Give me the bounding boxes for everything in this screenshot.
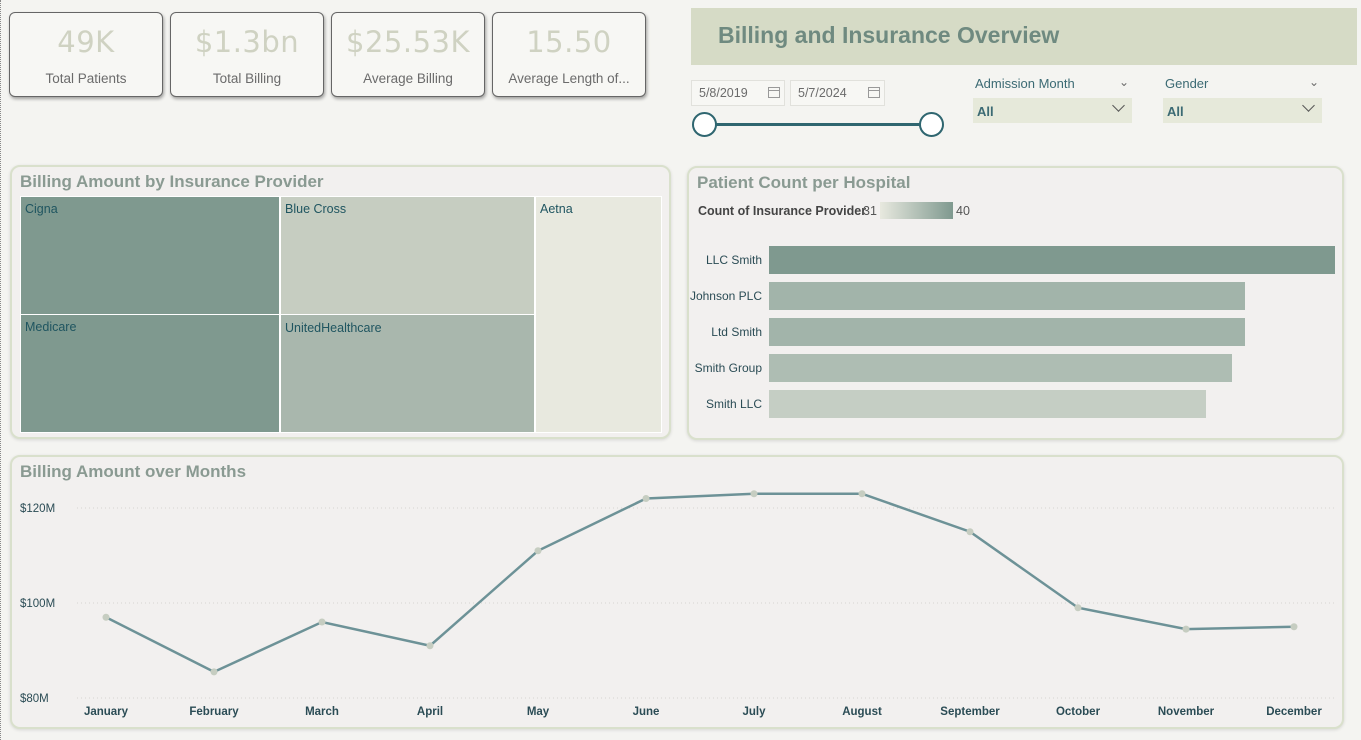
page-edge	[0, 0, 1, 740]
x-tick-label: January	[84, 706, 129, 718]
data-point[interactable]	[1074, 604, 1082, 612]
treemap-title: Billing Amount by Insurance Provider	[20, 172, 324, 191]
treemap-label: Cigna	[25, 202, 58, 216]
data-point[interactable]	[1290, 623, 1298, 631]
x-tick-label: August	[842, 706, 882, 718]
bar[interactable]	[769, 318, 1245, 346]
kpi-card-average-length-of-stay[interactable]: 15.50 Average Length of...	[492, 12, 646, 97]
x-tick-label: February	[189, 706, 239, 718]
date-range-start-handle[interactable]	[692, 112, 717, 137]
bar[interactable]	[769, 354, 1233, 382]
bar-label: Smith Group	[694, 361, 762, 375]
x-tick-label: October	[1056, 706, 1101, 718]
color-legend-min: 31	[863, 204, 877, 218]
data-point[interactable]	[534, 547, 542, 555]
color-legend-title: Count of Insurance Provider	[698, 204, 867, 218]
kpi-label: Average Billing	[363, 71, 453, 86]
dropdown-caret-icon	[1302, 99, 1315, 112]
x-tick-label: November	[1158, 706, 1215, 718]
kpi-value: 15.50	[526, 25, 612, 59]
x-tick-label: June	[633, 706, 660, 718]
kpi-value: 49K	[57, 25, 115, 59]
series-line	[105, 492, 1295, 674]
kpi-card-total-patients[interactable]: 49K Total Patients	[9, 12, 163, 97]
x-tick-label: September	[940, 706, 1000, 718]
start-date-input[interactable]: 5/8/2019	[691, 80, 785, 106]
treemap-label: Medicare	[25, 320, 77, 334]
x-tick-label: April	[417, 706, 443, 718]
treemap-cell-aetna[interactable]: Aetna	[535, 196, 662, 433]
treemap-label: Aetna	[540, 202, 573, 216]
treemap-cell-unitedhealthcare[interactable]: UnitedHealthcare	[280, 314, 535, 433]
data-point[interactable]	[102, 613, 110, 621]
kpi-label: Total Billing	[212, 71, 282, 86]
gender-selected: All	[1167, 104, 1184, 119]
line-chart-panel: Billing Amount over Months $80M $100M $120…	[10, 455, 1344, 729]
admission-month-slicer-label: Admission Month	[975, 76, 1075, 91]
line-chart-plot: $80M $100M $120M January February March April M…	[20, 490, 1337, 718]
data-point[interactable]	[426, 642, 434, 650]
y-tick-label: $120M	[20, 503, 55, 515]
admission-month-selected: All	[977, 104, 994, 119]
data-point[interactable]	[750, 490, 758, 498]
treemap-cell-cigna[interactable]: Cigna	[20, 196, 280, 315]
data-point[interactable]	[966, 528, 974, 536]
color-legend-gradient	[880, 202, 953, 219]
hospital-chart-title: Patient Count per Hospital	[697, 173, 911, 192]
calendar-icon[interactable]	[768, 87, 780, 98]
bar[interactable]	[769, 282, 1245, 310]
calendar-icon[interactable]	[868, 87, 880, 98]
x-tick-label: March	[305, 706, 339, 718]
chevron-down-icon[interactable]: ⌄	[1309, 75, 1319, 89]
x-tick-label: July	[742, 706, 766, 718]
hospital-chart-panel: Patient Count per Hospital Count of Insu…	[687, 166, 1344, 440]
bar-label: Johnson PLC	[689, 289, 762, 303]
treemap-label: Blue Cross	[285, 202, 347, 216]
admission-month-dropdown[interactable]: All	[973, 98, 1132, 123]
chevron-down-icon[interactable]: ⌄	[1119, 75, 1129, 89]
treemap-label: UnitedHealthcare	[285, 321, 382, 335]
kpi-label: Average Length of...	[508, 71, 630, 86]
y-tick-label: $100M	[20, 598, 55, 610]
bar[interactable]	[769, 246, 1335, 274]
bar[interactable]	[769, 390, 1207, 418]
kpi-card-total-billing[interactable]: $1.3bn Total Billing	[170, 12, 324, 97]
gender-dropdown[interactable]: All	[1163, 98, 1322, 123]
gender-slicer-label: Gender	[1165, 76, 1209, 91]
data-point[interactable]	[210, 668, 218, 676]
treemap-cell-medicare[interactable]: Medicare	[20, 314, 280, 433]
end-date-input[interactable]: 5/7/2024	[790, 80, 885, 106]
bar-label: Smith LLC	[705, 397, 762, 411]
color-legend-max: 40	[956, 204, 970, 218]
page-title: Billing and Insurance Overview	[718, 22, 1060, 48]
title-banner: Billing and Insurance Overview	[691, 8, 1357, 65]
end-date-value: 5/7/2024	[798, 86, 847, 100]
start-date-value: 5/8/2019	[699, 86, 748, 100]
bar-label: Ltd Smith	[711, 325, 762, 339]
y-tick-label: $80M	[20, 693, 49, 705]
dropdown-caret-icon	[1112, 99, 1125, 112]
date-range-end-handle[interactable]	[919, 112, 944, 137]
x-tick-label: May	[527, 706, 550, 718]
treemap-panel: Billing Amount by Insurance Provider Cig…	[10, 165, 671, 439]
bar-label: LLC Smith	[705, 253, 762, 267]
data-point[interactable]	[318, 618, 326, 626]
kpi-value: $25.53K	[346, 25, 470, 59]
kpi-value: $1.3bn	[194, 25, 300, 59]
treemap-cell-blue-cross[interactable]: Blue Cross	[280, 196, 535, 315]
data-point[interactable]	[858, 490, 866, 498]
kpi-label: Total Patients	[45, 71, 127, 86]
date-range-slider-track[interactable]	[705, 123, 931, 126]
x-tick-label: December	[1266, 706, 1322, 718]
kpi-card-average-billing[interactable]: $25.53K Average Billing	[331, 12, 485, 97]
data-point[interactable]	[1182, 625, 1190, 633]
data-point[interactable]	[642, 495, 650, 502]
